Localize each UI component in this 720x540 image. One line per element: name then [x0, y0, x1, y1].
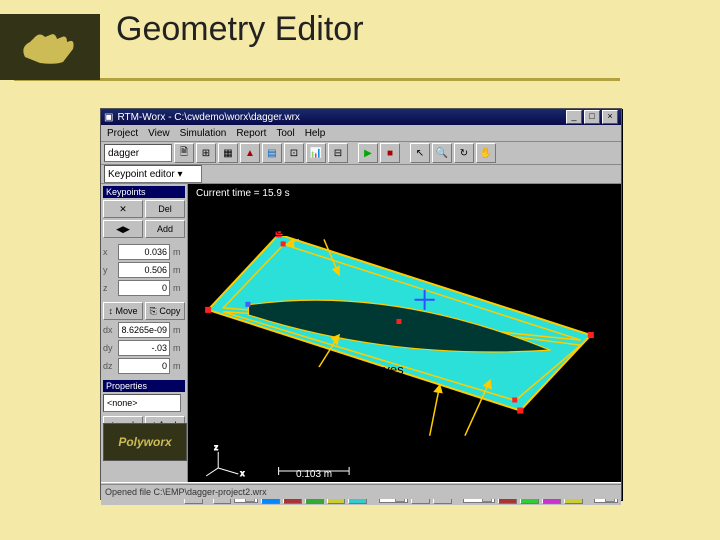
scalebar-label: 0.103 m: [296, 469, 332, 480]
sidebar-section-properties: Properties: [103, 380, 185, 392]
tool-icon[interactable]: ⊟: [328, 143, 348, 163]
tool-icon[interactable]: ⊡: [284, 143, 304, 163]
status-text: Opened file C:\EMP\dagger-project2.wrx: [105, 487, 267, 497]
mode-select[interactable]: Keypoint editor ▾: [104, 165, 202, 183]
dy-field: dy -.03 m: [103, 340, 185, 356]
tool-icon[interactable]: ■: [380, 143, 400, 163]
dy-input[interactable]: -.03: [118, 340, 170, 356]
nav-button[interactable]: ◀▶: [103, 220, 143, 238]
move-button[interactable]: ↕ Move: [103, 302, 143, 320]
property-select[interactable]: <none>: [103, 394, 181, 412]
dx-input[interactable]: 8.6265e-09: [118, 322, 170, 338]
polyworx-logo: Polyworx: [103, 423, 187, 461]
close-button[interactable]: ×: [602, 110, 618, 124]
divider: [100, 78, 620, 81]
svg-text:z: z: [214, 443, 218, 452]
menu-report[interactable]: Report: [236, 128, 266, 139]
y-field: y 0.506 m: [103, 262, 185, 278]
rotate-icon[interactable]: ↻: [454, 143, 474, 163]
tool-icon[interactable]: ▶: [358, 143, 378, 163]
pan-icon[interactable]: ✋: [476, 143, 496, 163]
z-input[interactable]: 0: [118, 280, 170, 296]
app-window: ▣ RTM-Worx - C:\cwdemo\worx\dagger.wrx _…: [100, 108, 622, 500]
slide-accent: [0, 14, 100, 80]
del-button[interactable]: Del: [145, 200, 185, 218]
x-input[interactable]: 0.036: [118, 244, 170, 260]
mode-bar: Keypoint editor ▾: [101, 165, 621, 184]
statusbar: Opened file C:\EMP\dagger-project2.wrx: [101, 484, 621, 499]
copy-button[interactable]: ⎘ Copy: [145, 302, 185, 320]
tool-icon[interactable]: 🗎: [174, 143, 194, 163]
z-field: z 0 m: [103, 280, 185, 296]
annotation-surfaces: Create surfaces by loops of curves: [228, 426, 428, 441]
svg-text:x: x: [240, 469, 244, 478]
tool-icon[interactable]: ⊞: [196, 143, 216, 163]
viewport-3d[interactable]: Current time = 15.9 s: [188, 184, 621, 482]
tool-icon[interactable]: 📊: [306, 143, 326, 163]
project-name-input[interactable]: dagger: [104, 144, 172, 162]
maximize-button[interactable]: □: [584, 110, 600, 124]
page-title: Geometry Editor: [116, 10, 364, 49]
dx-field: dx 8.6265e-09 m: [103, 322, 185, 338]
menu-tool[interactable]: Tool: [276, 128, 294, 139]
menu-view[interactable]: View: [148, 128, 170, 139]
sidebar-section-keypoints: Keypoints: [103, 186, 185, 198]
toolbar: dagger 🗎 ⊞ ▦ ▲ ▤ ⊡ 📊 ⊟ ▶ ■ ↖ 🔍 ↻ ✋: [101, 142, 621, 165]
window-title: RTM-Worx - C:\cwdemo\worx\dagger.wrx: [117, 112, 299, 123]
annotation-keypoints: Define corners and gates using keypoints: [228, 222, 466, 237]
tool-icon[interactable]: ▲: [240, 143, 260, 163]
hand-logo-icon: [15, 27, 85, 67]
menu-project[interactable]: Project: [107, 128, 138, 139]
tool-icon[interactable]: ▤: [262, 143, 282, 163]
x-field: x 0.036 m: [103, 244, 185, 260]
divider: [14, 80, 100, 81]
minimize-button[interactable]: _: [566, 110, 582, 124]
menu-simulation[interactable]: Simulation: [180, 128, 227, 139]
dz-input[interactable]: 0: [118, 358, 170, 374]
y-input[interactable]: 0.506: [118, 262, 170, 278]
zoom-icon[interactable]: 🔍: [432, 143, 452, 163]
menu-help[interactable]: Help: [305, 128, 326, 139]
add-button[interactable]: Add: [145, 220, 185, 238]
delete-keypoint-button[interactable]: ✕: [103, 200, 143, 218]
tool-icon[interactable]: ▦: [218, 143, 238, 163]
annotation-curves: Connect keypoints with curves: [228, 362, 404, 377]
pointer-icon[interactable]: ↖: [410, 143, 430, 163]
dz-field: dz 0 m: [103, 358, 185, 374]
app-icon: ▣: [104, 112, 113, 123]
menubar: Project View Simulation Report Tool Help: [101, 125, 621, 142]
titlebar: ▣ RTM-Worx - C:\cwdemo\worx\dagger.wrx _…: [101, 109, 621, 125]
